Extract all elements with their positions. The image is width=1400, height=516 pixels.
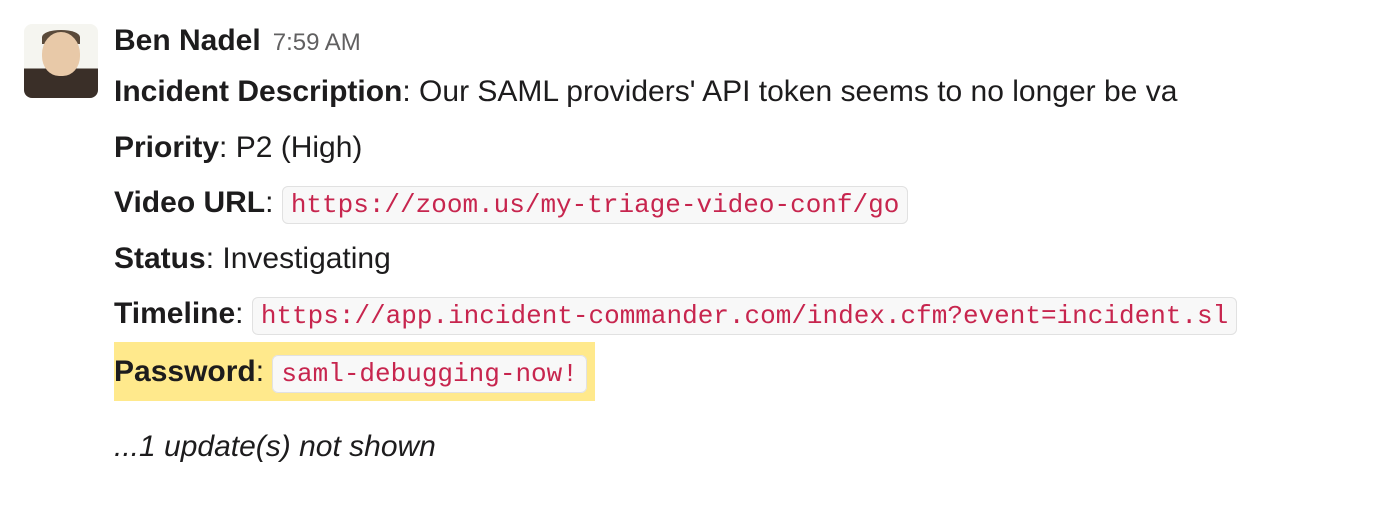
- timeline-url-code[interactable]: https://app.incident-commander.com/index…: [252, 297, 1237, 335]
- field-label: Priority: [114, 131, 219, 164]
- field-label: Timeline: [114, 297, 235, 330]
- message-body: Incident Description: Our SAML providers…: [114, 64, 1400, 475]
- field-value: P2 (High): [236, 131, 363, 164]
- field-value: Our SAML providers' API token seems to n…: [419, 75, 1177, 108]
- field-label: Password: [114, 355, 256, 388]
- password-highlight: Password: saml-debugging-now!: [114, 342, 595, 402]
- avatar-head: [42, 32, 80, 76]
- message-header: Ben Nadel 7:59 AM: [114, 24, 1400, 58]
- field-timeline: Timeline: https://app.incident-commander…: [114, 286, 1400, 342]
- password-code[interactable]: saml-debugging-now!: [272, 355, 586, 393]
- field-status: Status: Investigating: [114, 231, 1400, 287]
- field-video-url: Video URL: https://zoom.us/my-triage-vid…: [114, 175, 1400, 231]
- field-value: Investigating: [222, 242, 390, 275]
- video-url-code[interactable]: https://zoom.us/my-triage-video-conf/go: [282, 186, 909, 224]
- username[interactable]: Ben Nadel: [114, 24, 261, 58]
- field-priority: Priority: P2 (High): [114, 120, 1400, 176]
- field-label: Incident Description: [114, 75, 402, 108]
- field-label: Video URL: [114, 186, 265, 219]
- avatar[interactable]: [24, 24, 98, 98]
- timestamp[interactable]: 7:59 AM: [273, 29, 361, 57]
- field-label: Status: [114, 242, 206, 275]
- field-password-row: Password: saml-debugging-now!: [114, 342, 1400, 402]
- updates-not-shown[interactable]: ...1 update(s) not shown: [114, 419, 1400, 475]
- field-incident-description: Incident Description: Our SAML providers…: [114, 64, 1400, 120]
- message-content: Ben Nadel 7:59 AM Incident Description: …: [114, 24, 1400, 475]
- slack-message: Ben Nadel 7:59 AM Incident Description: …: [0, 0, 1400, 475]
